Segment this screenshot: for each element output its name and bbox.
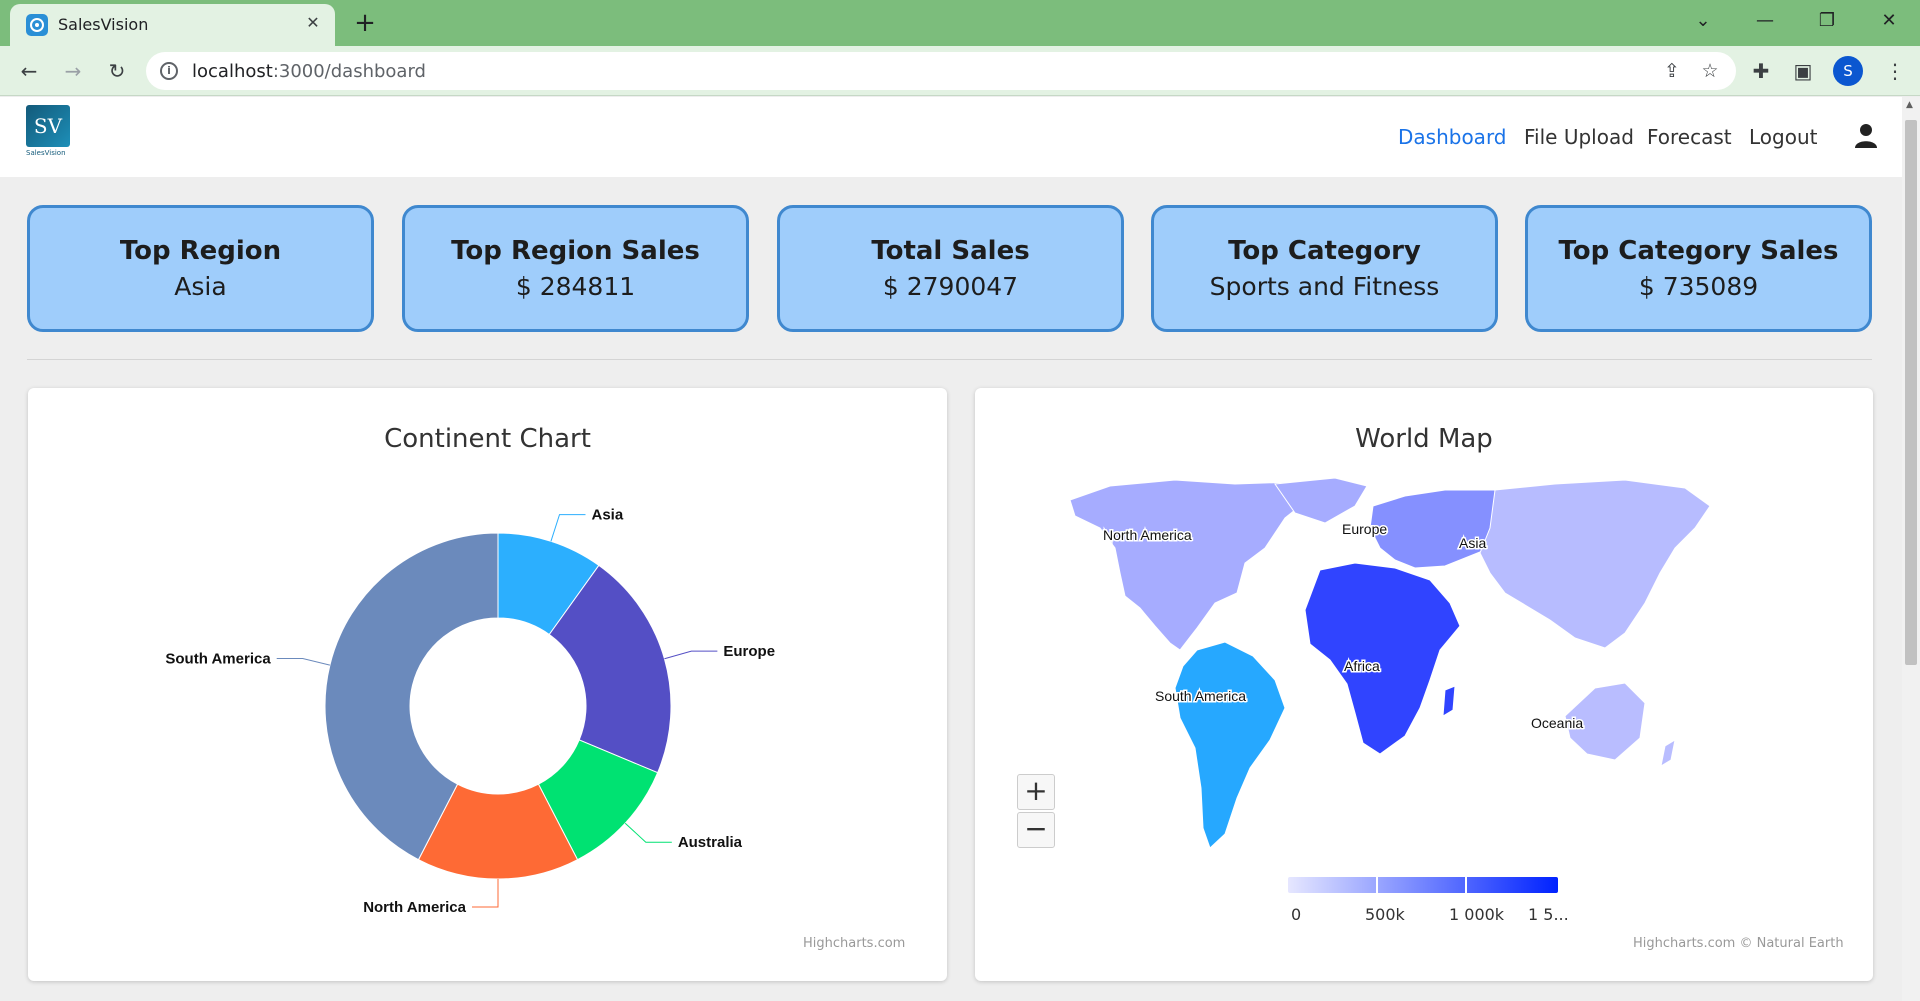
scrollbar-thumb[interactable]: [1905, 120, 1917, 665]
salesvision-favicon-icon: [26, 14, 48, 36]
kpi-value: Asia: [174, 272, 227, 301]
kpi-value: $ 284811: [515, 272, 636, 301]
forward-icon[interactable]: →: [58, 56, 88, 86]
data-label: North America: [363, 899, 466, 916]
continent-chart-panel: Continent Chart Asia Europe Australia North…: [28, 388, 947, 981]
app-header: SV SalesVision Dashboard File Upload For…: [0, 97, 1902, 177]
world-map-panel: World Map North America Europe Asia Afri…: [975, 388, 1873, 981]
nav-forecast[interactable]: Forecast: [1647, 125, 1732, 149]
close-window-icon[interactable]: ✕: [1866, 6, 1912, 36]
connector-line: [276, 657, 331, 666]
browser-tab[interactable]: SalesVision ✕: [10, 4, 335, 46]
map-label-south-america: South America: [1155, 688, 1246, 704]
reload-icon[interactable]: ↻: [102, 56, 132, 86]
map-region-madagascar[interactable]: [1442, 685, 1456, 717]
legend-label-1500k: 1 5...: [1528, 905, 1569, 924]
kpi-top-region-sales: Top Region Sales $ 284811: [402, 205, 749, 332]
address-bar[interactable]: i localhost:3000/dashboard ⇪ ☆: [146, 52, 1736, 90]
map-zoom-in-button[interactable]: +: [1017, 774, 1055, 810]
kpi-value: $ 735089: [1638, 272, 1759, 301]
connector-line: [624, 822, 672, 843]
tab-title: SalesVision: [58, 15, 149, 34]
data-label: Asia: [592, 507, 624, 524]
kpi-top-region: Top Region Asia: [27, 205, 374, 332]
side-panel-icon[interactable]: ▣: [1788, 56, 1818, 86]
nav-logout[interactable]: Logout: [1749, 125, 1817, 149]
legend-label-1000k: 1 000k: [1449, 905, 1505, 924]
new-tab-icon[interactable]: +: [350, 8, 380, 38]
map-region-greenland[interactable]: [1274, 477, 1368, 524]
map-region-asia[interactable]: [1479, 479, 1711, 649]
minimize-icon[interactable]: —: [1742, 6, 1788, 36]
bookmark-star-icon[interactable]: ☆: [1696, 57, 1724, 85]
close-tab-icon[interactable]: ✕: [300, 10, 326, 36]
kpi-title: Top Region Sales: [451, 236, 700, 266]
map-region-south-america[interactable]: [1174, 641, 1286, 849]
kpi-total-sales: Total Sales $ 2790047: [777, 205, 1124, 332]
section-divider: [27, 359, 1872, 360]
continent-donut-chart: Asia Europe Australia North America South Am…: [165, 507, 775, 916]
browser-toolbar: ← → ↻ i localhost:3000/dashboard ⇪ ☆ ✚ ▣…: [0, 46, 1920, 96]
profile-avatar[interactable]: S: [1833, 56, 1863, 86]
map-region-north-america[interactable]: [1069, 479, 1311, 651]
data-label: South America: [165, 650, 271, 667]
chart-credits[interactable]: Highcharts.com: [803, 936, 905, 951]
back-icon[interactable]: ←: [14, 56, 44, 86]
kpi-title: Total Sales: [871, 236, 1030, 266]
browser-tab-bar: SalesVision ✕ + ⌄ — ❐ ✕: [0, 0, 1920, 46]
kpi-top-category: Top Category Sports and Fitness: [1151, 205, 1498, 332]
user-account-icon[interactable]: [1854, 123, 1878, 149]
kpi-value: Sports and Fitness: [1209, 272, 1440, 301]
map-label-north-america: North America: [1103, 527, 1192, 543]
connector-line: [472, 879, 499, 908]
kpi-value: $ 2790047: [882, 272, 1019, 301]
nav-dashboard[interactable]: Dashboard: [1398, 125, 1507, 149]
legend-divider: [1465, 877, 1467, 893]
legend-divider: [1376, 877, 1378, 893]
map-zoom-out-button[interactable]: −: [1017, 812, 1055, 848]
map-label-asia: Asia: [1459, 535, 1486, 551]
url-host: localhost: [192, 61, 273, 82]
legend-label-500k: 500k: [1365, 905, 1405, 924]
map-label-africa: Africa: [1344, 658, 1380, 674]
map-region-africa[interactable]: [1304, 562, 1461, 755]
data-label: Europe: [723, 643, 775, 660]
kpi-title: Top Region: [119, 236, 282, 266]
map-label-europe: Europe: [1342, 521, 1387, 537]
data-label: Australia: [678, 834, 743, 851]
nav-file-upload[interactable]: File Upload: [1524, 125, 1634, 149]
kpi-title: Top Category Sales: [1558, 236, 1839, 266]
connector-line: [664, 650, 718, 660]
legend-label-0: 0: [1291, 905, 1302, 924]
extensions-icon[interactable]: ✚: [1746, 56, 1776, 86]
url-text[interactable]: localhost:3000/dashboard: [192, 61, 426, 82]
salesvision-logo[interactable]: SV: [26, 105, 70, 147]
restore-icon[interactable]: ❐: [1804, 6, 1850, 36]
kpi-title: Top Category: [1228, 236, 1421, 266]
site-info-icon[interactable]: i: [160, 62, 178, 80]
map-color-legend: [1288, 877, 1558, 893]
map-credits[interactable]: Highcharts.com © Natural Earth: [1633, 936, 1844, 951]
share-icon[interactable]: ⇪: [1658, 57, 1686, 85]
browser-menu-icon[interactable]: ⋮: [1880, 56, 1910, 86]
scroll-up-arrow-icon[interactable]: ▲: [1906, 100, 1913, 110]
url-path: :3000/dashboard: [272, 61, 426, 82]
map-region-new-zealand[interactable]: [1660, 738, 1676, 768]
tab-search-icon[interactable]: ⌄: [1680, 6, 1726, 36]
logo-subtitle: SalesVision: [26, 149, 66, 157]
map-label-oceania: Oceania: [1531, 715, 1583, 731]
map-region-europe[interactable]: [1369, 489, 1501, 569]
kpi-top-category-sales: Top Category Sales $ 735089: [1525, 205, 1872, 332]
connector-line: [550, 514, 586, 542]
